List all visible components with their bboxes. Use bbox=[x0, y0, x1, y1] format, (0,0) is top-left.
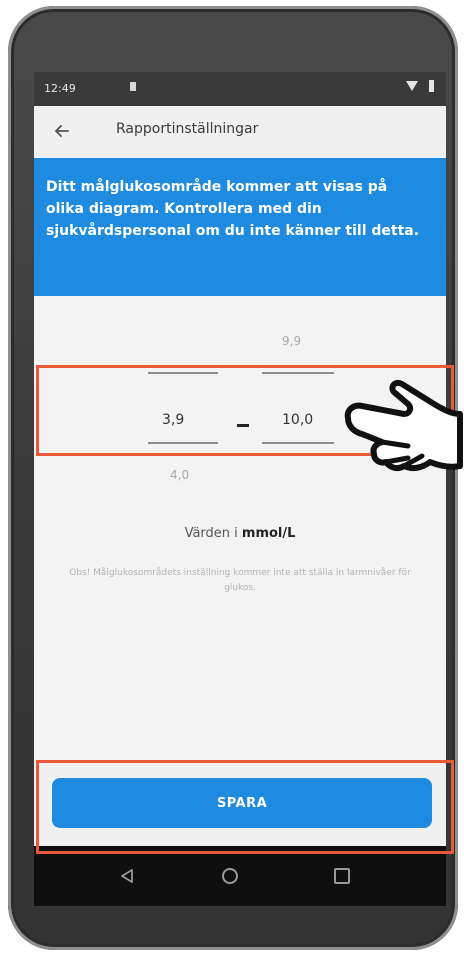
save-button-highlight bbox=[36, 760, 454, 854]
circle-home-icon[interactable] bbox=[222, 868, 238, 884]
system-nav-bar bbox=[34, 846, 446, 906]
arrow-left-icon[interactable] bbox=[48, 117, 76, 145]
status-bar: 12:49 bbox=[34, 72, 446, 106]
triangle-back-icon[interactable] bbox=[120, 868, 134, 884]
units-value: mmol/L bbox=[241, 526, 296, 541]
app-bar: Rapportinställningar bbox=[34, 106, 446, 159]
page-title: Rapportinställningar bbox=[116, 121, 259, 137]
wifi-icon bbox=[406, 81, 418, 91]
battery-icon bbox=[429, 80, 434, 92]
square-recent-icon[interactable] bbox=[334, 868, 350, 884]
sim-icon bbox=[130, 82, 136, 91]
note-text: Obs! Målglukosområdets inställning komme… bbox=[69, 568, 411, 593]
status-time: 12:49 bbox=[44, 82, 76, 95]
units-prefix: Värden i bbox=[184, 526, 238, 541]
pointing-hand-icon bbox=[344, 380, 463, 472]
low-value-below[interactable]: 4,0 bbox=[170, 468, 189, 482]
info-banner: Ditt målglukosområde kommer att visas på… bbox=[34, 158, 446, 296]
high-value-above[interactable]: 9,9 bbox=[282, 334, 301, 348]
info-text: Ditt målglukosområde kommer att visas på… bbox=[46, 179, 420, 239]
units-label: Värden i mmol/L bbox=[34, 526, 446, 541]
